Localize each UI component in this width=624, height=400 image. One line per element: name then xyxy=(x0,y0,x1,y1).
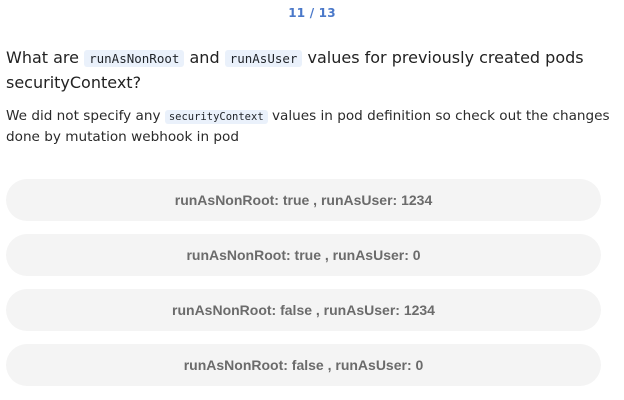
answer-options: runAsNonRoot: true , runAsUser: 1234 run… xyxy=(6,179,601,399)
question-text: What are runAsNonRoot and runAsUser valu… xyxy=(6,46,606,95)
code-security-context: securityContext xyxy=(164,110,268,124)
answer-option-2[interactable]: runAsNonRoot: true , runAsUser: 0 xyxy=(6,234,601,276)
answer-option-1[interactable]: runAsNonRoot: true , runAsUser: 1234 xyxy=(6,179,601,221)
code-run-as-user: runAsUser xyxy=(224,50,303,67)
question-counter: 11 / 13 xyxy=(288,6,336,20)
question-hint: We did not specify any securityContext v… xyxy=(6,106,612,147)
answer-option-4[interactable]: runAsNonRoot: false , runAsUser: 0 xyxy=(6,344,601,386)
answer-option-3[interactable]: runAsNonRoot: false , runAsUser: 1234 xyxy=(6,289,601,331)
hint-prefix: We did not specify any xyxy=(6,108,165,124)
question-prefix: What are xyxy=(6,48,85,67)
question-middle: and xyxy=(184,48,225,67)
code-run-as-non-root: runAsNonRoot xyxy=(84,50,185,67)
